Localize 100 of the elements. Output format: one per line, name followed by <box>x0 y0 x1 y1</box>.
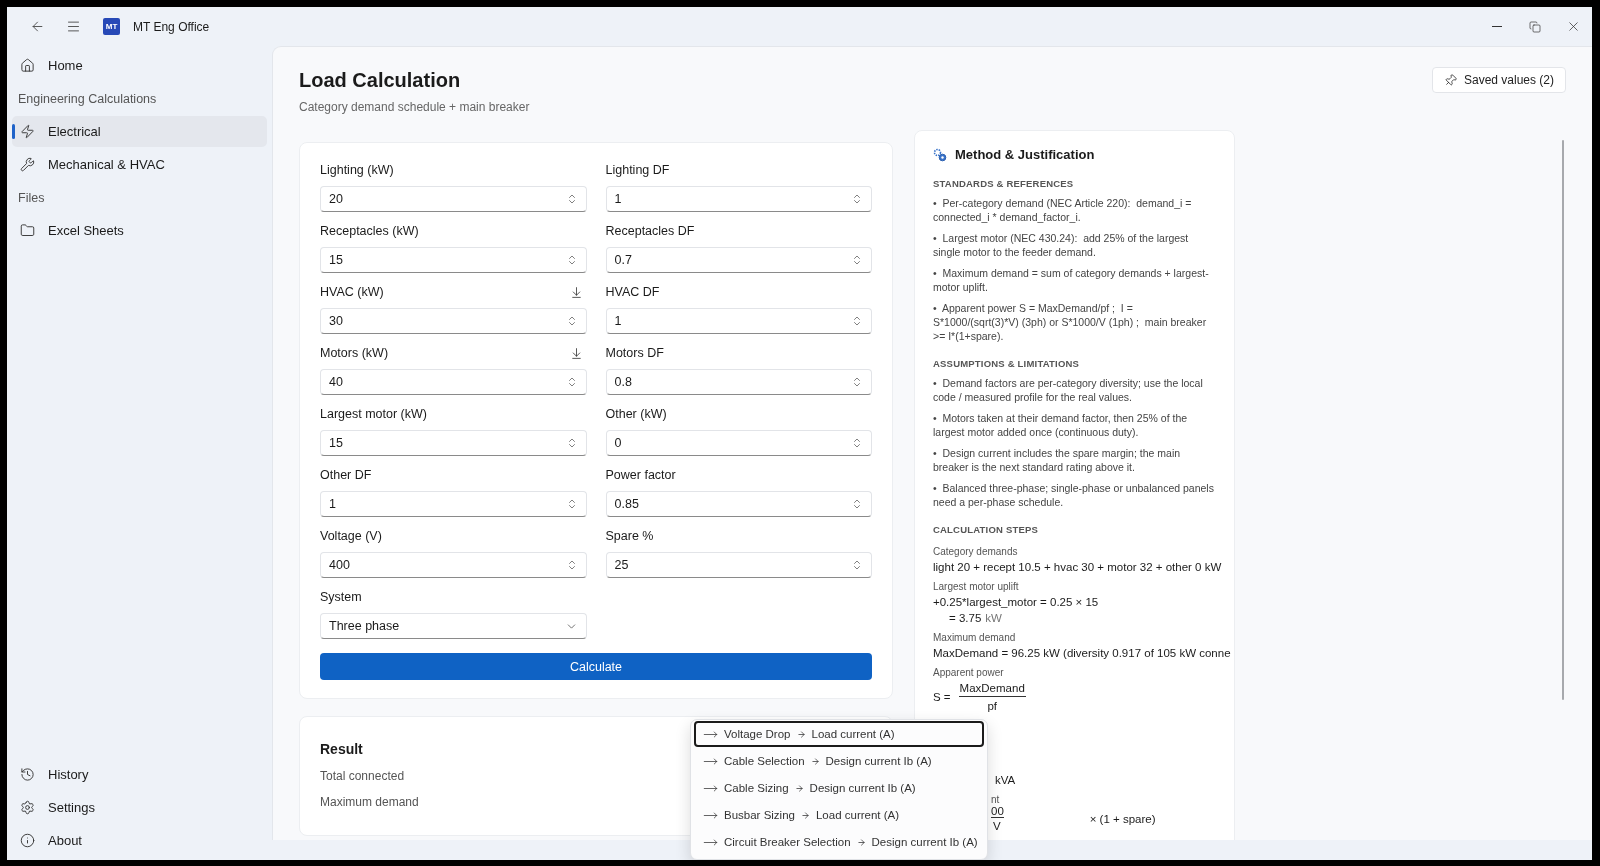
arrow-icon <box>810 756 820 766</box>
step-label: Largest motor uplift <box>933 581 1020 592</box>
target-value: Design current Ib (A) <box>871 836 978 848</box>
spinner-icon[interactable] <box>851 376 863 388</box>
settings-icon <box>20 800 35 815</box>
nav-label: About <box>48 833 82 848</box>
target-value: Design current Ib (A) <box>809 782 916 794</box>
info-icon <box>20 833 35 848</box>
suggestion-item[interactable]: Busbar Sizing Load current (A) <box>694 802 984 828</box>
suggestion-item[interactable]: Cable Selection Design current Ib (A) <box>694 748 984 774</box>
result-title: Result <box>320 741 364 757</box>
download-icon[interactable] <box>569 285 583 299</box>
nav-item[interactable]: About <box>12 825 267 856</box>
field-label: HVAC DF <box>605 285 660 299</box>
arrow-icon <box>856 837 866 847</box>
number-field[interactable]: 40 <box>320 369 587 395</box>
download-icon[interactable] <box>569 346 583 360</box>
calculate-button[interactable]: Calculate <box>320 653 872 680</box>
scrollbar[interactable] <box>1562 140 1564 700</box>
source-calculation: Circuit Breaker Selection <box>724 836 851 848</box>
spinner-icon[interactable] <box>851 254 863 266</box>
step-label: Maximum demand <box>933 632 1017 643</box>
suggestion-item[interactable]: Cable Sizing Design current Ib (A) <box>694 775 984 801</box>
number-field[interactable]: 1 <box>320 491 587 517</box>
number-field[interactable]: 25 <box>605 552 872 578</box>
number-field[interactable]: 0.7 <box>605 247 872 273</box>
minimize-icon <box>1492 26 1502 27</box>
number-field[interactable]: 30 <box>320 308 587 334</box>
section-heading: ASSUMPTIONS & LIMITATIONS <box>933 358 1081 369</box>
nav-label: Electrical <box>48 124 101 139</box>
step-formula: light 20 + recept 10.5 + hvac 30 + motor 32 + other 0 kW <box>933 561 1222 573</box>
select-field[interactable]: Three phase <box>320 613 587 639</box>
lightning-icon <box>20 124 35 139</box>
field-label: Motors (kW) <box>320 346 389 360</box>
field-label: HVAC (kW) <box>320 285 384 299</box>
window-title: MT Eng Office <box>133 19 210 34</box>
suggestion-item[interactable]: Circuit Breaker Selection Design current Ib (A) <box>694 829 984 855</box>
bullet-text: • Motors taken at their demand factor, then 25% of the largest motor added once (continuous duty). <box>933 411 1189 439</box>
bullet-text: • Demand factors are per-category diversity; use the local code / measured profile for the real values. <box>933 376 1204 404</box>
spinner-icon[interactable] <box>851 559 863 571</box>
suggestion-item[interactable]: Voltage Drop Load current (A) <box>694 721 984 747</box>
bullet-text: • Maximum demand = sum of category demands + largest-motor uplift. <box>933 266 1210 294</box>
step-formula: MaxDemand = 96.25 kW (diversity 0.917 of 105 kW conne <box>933 647 1231 659</box>
nav-item[interactable]: Mechanical & HVAC <box>12 149 267 180</box>
number-field[interactable]: 20 <box>320 186 587 212</box>
nav-label: Mechanical & HVAC <box>48 157 165 172</box>
fraction-denominator: V <box>993 819 1002 832</box>
spinner-icon[interactable] <box>851 437 863 449</box>
step-formula: +0.25*largest_motor = 0.25 × 15 <box>933 596 1099 608</box>
number-field[interactable]: 0 <box>605 430 872 456</box>
wrench-icon <box>20 157 35 172</box>
field-label: Largest motor (kW) <box>320 407 427 421</box>
step-result: = 3.75 <box>949 612 982 624</box>
field-label: Motors DF <box>605 346 664 360</box>
restore-icon <box>1529 20 1541 33</box>
number-field[interactable]: 15 <box>320 247 587 273</box>
nav-item[interactable]: Home <box>12 50 267 81</box>
number-field[interactable]: 1 <box>605 186 872 212</box>
field-label: System <box>320 590 362 604</box>
saved-values-button[interactable]: Saved values (2) <box>1431 67 1566 93</box>
number-field[interactable]: 0.8 <box>605 369 872 395</box>
nav-label: Excel Sheets <box>48 223 124 238</box>
fraction-denominator: pf <box>987 699 997 712</box>
nav-item[interactable]: Electrical <box>12 116 267 147</box>
page-subtitle: Category demand schedule + main breaker <box>299 100 530 114</box>
source-calculation: Cable Sizing <box>724 782 789 794</box>
bullet-text: • Largest motor (NEC 430.24): add 25% of the largest single motor to the feeder demand. <box>933 231 1190 259</box>
unit-label: kVA <box>995 774 1017 786</box>
field-label: Receptacles (kW) <box>320 224 419 238</box>
field-label: Spare % <box>605 529 654 543</box>
result-label: Total connected <box>320 769 405 783</box>
formula-tail: × (1 + spare) <box>1089 812 1157 825</box>
source-calculation: Cable Selection <box>724 755 805 767</box>
field-label: Receptacles DF <box>605 224 695 238</box>
number-field[interactable]: 0.85 <box>605 491 872 517</box>
nav-label: Home <box>48 58 83 73</box>
fraction-numerator: 00 <box>991 805 1004 818</box>
nav-item[interactable]: Excel Sheets <box>12 215 267 246</box>
step-label: Apparent power <box>933 667 1005 678</box>
method-title: Method & Justification <box>955 147 1095 162</box>
arrow-icon <box>794 783 804 793</box>
bullet-text: • Apparent power S = MaxDemand/pf ; I = S*1000/(sqrt(3)*V) (3ph) or S*1000/V (1ph) ; main breaker >= I*(1+spare). <box>933 301 1208 343</box>
section-heading: CALCULATION STEPS <box>933 524 1040 535</box>
page-title: Load Calculation <box>299 69 462 92</box>
number-field[interactable]: 15 <box>320 430 587 456</box>
nav-label: Settings <box>48 800 95 815</box>
spinner-icon[interactable] <box>851 193 863 205</box>
nav-item[interactable]: History <box>12 759 267 790</box>
nav-item[interactable]: Settings <box>12 792 267 823</box>
nav-section-header: Files <box>17 189 46 207</box>
spinner-icon[interactable] <box>851 315 863 327</box>
number-field[interactable]: 400 <box>320 552 587 578</box>
app-logo: MT <box>103 18 120 35</box>
step-label: nt <box>991 794 1001 805</box>
spinner-icon[interactable] <box>851 498 863 510</box>
field-label: Lighting (kW) <box>320 163 394 177</box>
fraction-numerator: MaxDemand <box>958 682 1026 697</box>
gears-icon <box>933 147 947 162</box>
source-calculation: Voltage Drop <box>724 728 791 740</box>
number-field[interactable]: 1 <box>605 308 872 334</box>
